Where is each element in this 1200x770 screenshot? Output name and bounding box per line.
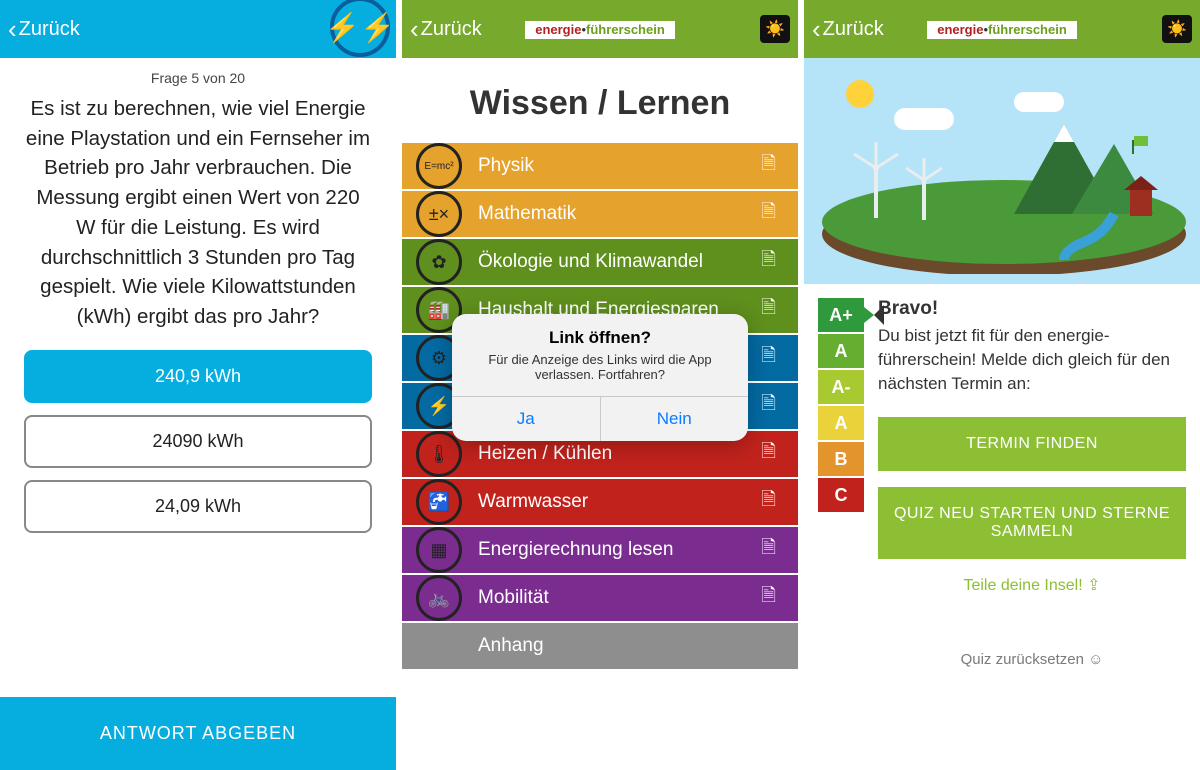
header: ‹ Zurück ⚡⚡ xyxy=(0,0,396,58)
result-screen: ‹ Zurück energie•führerschein ☀️ xyxy=(804,0,1200,770)
open-link-dialog: Link öffnen? Für die Anzeige des Links w… xyxy=(452,314,748,441)
document-icon: 🗎 xyxy=(762,247,776,277)
app-logo: energie•führerschein xyxy=(525,7,675,39)
bolt-icon[interactable]: ⚡⚡ xyxy=(330,0,390,57)
topic-label: Anhang xyxy=(478,635,544,657)
dialog-title: Link öffnen? xyxy=(462,328,738,348)
document-icon: 🗎 xyxy=(762,343,776,373)
topic-label: Mobilität xyxy=(478,587,549,609)
topic-row[interactable]: 🚲 Mobilität 🗎 xyxy=(402,575,798,621)
question-text: Es ist zu berechnen, wie viel Energie ei… xyxy=(24,94,372,332)
chevron-left-icon: ‹ xyxy=(8,16,17,42)
progress-label: Frage 5 von 20 xyxy=(151,70,245,86)
leaf-icon: ✿ xyxy=(416,239,462,285)
hero-illustration xyxy=(804,58,1200,284)
quiz-screen: ‹ Zurück ⚡⚡ Frage 5 von 20 Es ist zu ber… xyxy=(0,0,396,770)
find-date-button[interactable]: TERMIN FINDEN xyxy=(878,417,1186,471)
page-title: Wissen / Lernen xyxy=(402,84,798,123)
back-label: Zurück xyxy=(823,18,884,41)
submit-button[interactable]: ANTWORT ABGEBEN xyxy=(0,697,396,770)
document-icon: 🗎 xyxy=(762,199,776,229)
back-button[interactable]: ‹ Zurück xyxy=(410,16,482,42)
bike-icon: 🚲 xyxy=(416,575,462,621)
topic-row[interactable]: E=mc² Physik 🗎 xyxy=(402,143,798,189)
back-label: Zurück xyxy=(421,18,482,41)
back-button[interactable]: ‹ Zurück xyxy=(8,16,80,42)
grade-badge: A xyxy=(818,334,864,368)
grade-badge: C xyxy=(818,478,864,512)
grade-badge: B xyxy=(818,442,864,476)
answer-option[interactable]: 240,9 kWh xyxy=(24,350,372,403)
sun-icon[interactable]: ☀️ xyxy=(760,15,790,43)
answer-option[interactable]: 24,09 kWh xyxy=(24,480,372,533)
thermo-icon: 🌡 xyxy=(416,431,462,477)
tap-icon: 🚰 xyxy=(416,479,462,525)
back-button[interactable]: ‹ Zurück xyxy=(812,16,884,42)
document-icon: 🗎 xyxy=(762,487,776,517)
topic-row[interactable]: Anhang xyxy=(402,623,798,669)
grade-scale: A+AA-ABC xyxy=(818,298,864,512)
topic-row[interactable]: ±× Mathematik 🗎 xyxy=(402,191,798,237)
dialog-yes-button[interactable]: Ja xyxy=(452,397,601,441)
topic-row[interactable]: ▦ Energierechnung lesen 🗎 xyxy=(402,527,798,573)
topic-label: Warmwasser xyxy=(478,491,588,513)
math-icon: ±× xyxy=(416,191,462,237)
header: ‹ Zurück energie•führerschein ☀️ xyxy=(402,0,798,58)
topic-label: Ökologie und Klimawandel xyxy=(478,251,703,273)
document-icon: 🗎 xyxy=(762,391,776,421)
result-text: Du bist jetzt fit für den energie-führer… xyxy=(878,324,1186,395)
topic-row[interactable]: ✿ Ökologie und Klimawandel 🗎 xyxy=(402,239,798,285)
island-icon xyxy=(814,84,1194,274)
document-icon: 🗎 xyxy=(762,583,776,613)
share-icon: ⇪ xyxy=(1087,577,1100,594)
back-label: Zurück xyxy=(19,18,80,41)
chevron-left-icon: ‹ xyxy=(812,16,821,42)
document-icon: 🗎 xyxy=(762,295,776,325)
topic-label: Mathematik xyxy=(478,203,576,225)
app-logo: energie•führerschein xyxy=(927,7,1077,39)
share-link[interactable]: Teile deine Insel! ⇪ xyxy=(878,575,1186,595)
grade-badge: A- xyxy=(818,370,864,404)
dialog-message: Für die Anzeige des Links wird die App v… xyxy=(470,352,730,382)
topic-label: Physik xyxy=(478,155,534,177)
answer-option[interactable]: 24090 kWh xyxy=(24,415,372,468)
reset-link[interactable]: Quiz zurücksetzen ☺ xyxy=(878,651,1186,668)
topic-row[interactable]: 🚰 Warmwasser 🗎 xyxy=(402,479,798,525)
header: ‹ Zurück energie•führerschein ☀️ xyxy=(804,0,1200,58)
topic-label: Energierechnung lesen xyxy=(478,539,673,561)
grade-badge: A+ xyxy=(818,298,864,332)
topic-label: Heizen / Kühlen xyxy=(478,443,612,465)
restart-quiz-button[interactable]: QUIZ NEU STARTEN UND STERNE SAMMELN xyxy=(878,487,1186,559)
topics-screen: ‹ Zurück energie•führerschein ☀️ Wissen … xyxy=(402,0,798,770)
emc2-icon: E=mc² xyxy=(416,143,462,189)
chevron-left-icon: ‹ xyxy=(410,16,419,42)
result-title: Bravo! xyxy=(878,298,1186,320)
document-icon: 🗎 xyxy=(762,439,776,469)
grade-badge: A xyxy=(818,406,864,440)
document-icon: 🗎 xyxy=(762,151,776,181)
bill-icon: ▦ xyxy=(416,527,462,573)
dialog-no-button[interactable]: Nein xyxy=(601,397,749,441)
sun-icon[interactable]: ☀️ xyxy=(1162,15,1192,43)
document-icon: 🗎 xyxy=(762,535,776,565)
